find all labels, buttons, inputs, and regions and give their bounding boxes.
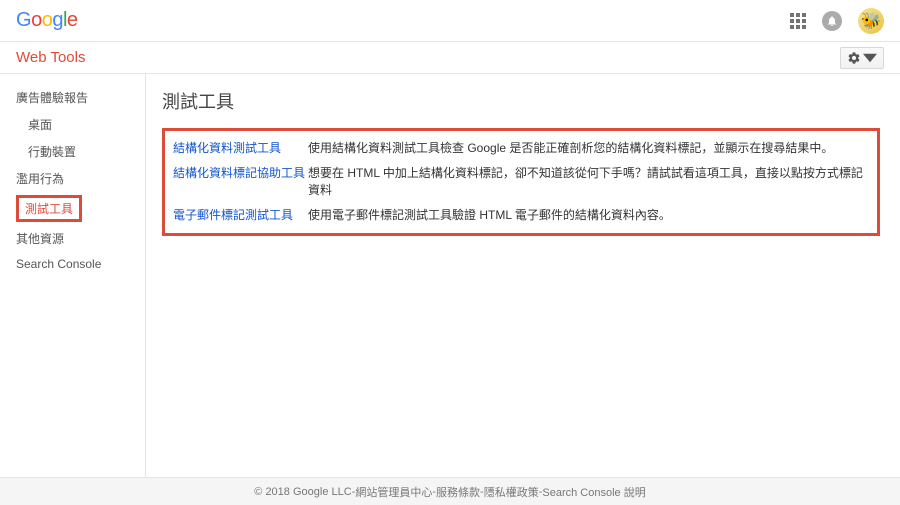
footer-link-privacy[interactable]: 隱私權政策 (484, 484, 539, 500)
sidebar-item-other[interactable]: 其他資源 (0, 225, 145, 252)
tool-row: 電子郵件標記測試工具 使用電子郵件標記測試工具驗證 HTML 電子郵件的結構化資… (173, 202, 869, 227)
tool-desc: 想要在 HTML 中加上結構化資料標記，卻不知道該從何下手嗎？請試試看這項工具，… (308, 164, 869, 198)
subheader: Web Tools (0, 42, 900, 74)
sidebar-item-abuse[interactable]: 濫用行為 (0, 165, 145, 192)
product-name: Web Tools (16, 49, 86, 66)
tool-list: 結構化資料測試工具 使用結構化資料測試工具檢查 Google 是否能正確剖析您的… (162, 128, 880, 236)
header: Google 🐝 (0, 0, 900, 42)
footer-link-webmaster[interactable]: 網站管理員中心 (355, 484, 432, 500)
footer-link-help[interactable]: Search Console 說明 (542, 484, 645, 500)
footer: © 2018 Google LLC - 網站管理員中心 - 服務條款 - 隱私權… (0, 477, 900, 505)
sidebar-item-testing-tools[interactable]: 測試工具 (16, 195, 82, 222)
google-logo[interactable]: Google (16, 9, 78, 32)
tool-link-markup-helper[interactable]: 結構化資料標記協助工具 (173, 164, 308, 181)
tool-row: 結構化資料測試工具 使用結構化資料測試工具檢查 Google 是否能正確剖析您的… (173, 135, 869, 160)
sidebar-item-ad-experience[interactable]: 廣告體驗報告 (0, 84, 145, 111)
tool-row: 結構化資料標記協助工具 想要在 HTML 中加上結構化資料標記，卻不知道該從何下… (173, 160, 869, 202)
tool-link-email-markup-test[interactable]: 電子郵件標記測試工具 (173, 206, 308, 223)
main-content: 測試工具 結構化資料測試工具 使用結構化資料測試工具檢查 Google 是否能正… (145, 74, 900, 477)
settings-button[interactable] (840, 47, 884, 69)
footer-copyright: © 2018 Google LLC (254, 486, 351, 498)
tool-link-structured-data-test[interactable]: 結構化資料測試工具 (173, 139, 308, 156)
notifications-icon[interactable] (822, 11, 842, 31)
footer-link-terms[interactable]: 服務條款 (436, 484, 480, 500)
page-title: 測試工具 (162, 88, 880, 114)
apps-icon[interactable] (790, 13, 806, 29)
sidebar-item-search-console[interactable]: Search Console (0, 252, 145, 276)
chevron-down-icon (863, 51, 877, 65)
tool-desc: 使用結構化資料測試工具檢查 Google 是否能正確剖析您的結構化資料標記，並顯… (308, 139, 833, 156)
avatar[interactable]: 🐝 (858, 8, 884, 34)
sidebar: 廣告體驗報告 桌面 行動裝置 濫用行為 測試工具 其他資源 Search Con… (0, 74, 145, 477)
sidebar-item-desktop[interactable]: 桌面 (0, 111, 145, 138)
gear-icon (847, 51, 861, 65)
tool-desc: 使用電子郵件標記測試工具驗證 HTML 電子郵件的結構化資料內容。 (308, 206, 671, 223)
sidebar-item-mobile[interactable]: 行動裝置 (0, 138, 145, 165)
